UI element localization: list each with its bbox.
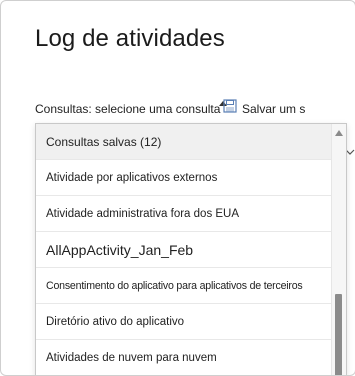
list-item-label: Atividades de nuvem para nuvem <box>46 351 217 364</box>
list-item[interactable]: Atividades de nuvem para nuvem <box>36 340 332 375</box>
query-selector-row: Consultas: selecione uma consulta Salvar… <box>35 99 355 119</box>
list-item-label: Consultas salvas (12) <box>46 134 162 149</box>
save-query-button[interactable]: Salvar um s <box>242 102 305 116</box>
dropdown-scrollbar[interactable] <box>331 124 346 375</box>
list-item-label: Consentimento do aplicativo para aplicat… <box>46 279 303 292</box>
list-item[interactable]: Diretório ativo do aplicativo <box>36 304 332 340</box>
list-item-label: AllAppActivity_Jan_Feb <box>46 241 194 258</box>
saved-queries-list: Consultas salvas (12) Atividade por apli… <box>36 124 332 375</box>
list-item-label: Diretório ativo do aplicativo <box>46 315 185 328</box>
activity-log-panel: Log de atividades Consultas: selecione u… <box>0 0 355 376</box>
scroll-up-arrow-icon[interactable] <box>335 130 343 136</box>
list-item[interactable]: Atividade administrativa fora dos EUA <box>36 196 332 232</box>
list-item-label: Atividade por aplicativos externos <box>46 171 218 184</box>
page-title: Log de atividades <box>35 25 225 52</box>
list-item-label: Atividade administrativa fora dos EUA <box>46 207 240 220</box>
saved-queries-dropdown[interactable]: Consultas salvas (12) Atividade por apli… <box>35 123 347 375</box>
list-item[interactable]: Consentimento do aplicativo para aplicat… <box>36 268 332 304</box>
list-item[interactable]: Atividade por aplicativos externos <box>36 160 332 196</box>
list-header-saved-queries: Consultas salvas (12) <box>36 124 332 160</box>
query-selector-label[interactable]: Consultas: selecione uma consulta <box>35 102 220 116</box>
list-item[interactable]: AllAppActivity_Jan_Feb <box>36 232 332 268</box>
scrollbar-thumb[interactable] <box>335 294 342 375</box>
save-icon[interactable] <box>223 99 237 113</box>
